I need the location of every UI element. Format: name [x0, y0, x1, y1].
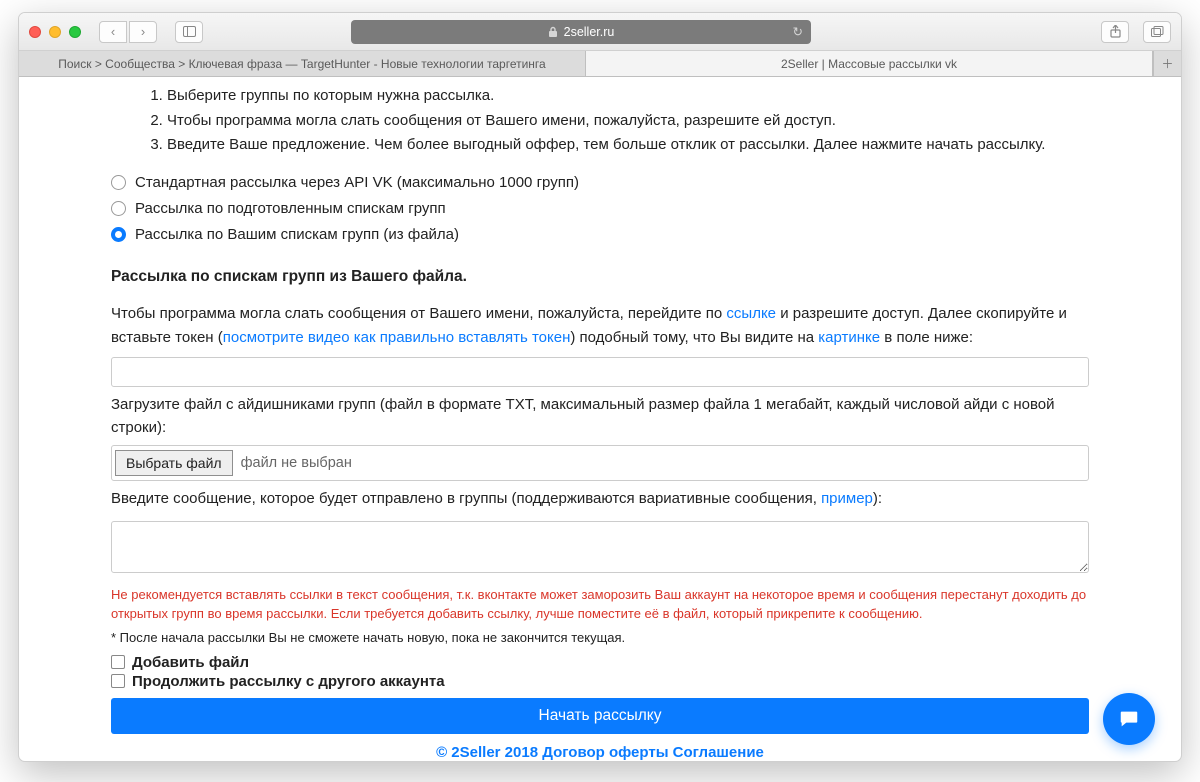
link-image[interactable]: картинке	[818, 329, 880, 346]
window-controls	[29, 22, 81, 42]
choose-file-button[interactable]: Выбрать файл	[115, 450, 233, 476]
message-label: Введите сообщение, которое будет отправл…	[111, 487, 1089, 510]
forward-button[interactable]: ›	[129, 21, 157, 43]
radio-standard-label: Стандартная рассылка через API VK (макси…	[135, 171, 579, 194]
link-example[interactable]: пример	[821, 490, 873, 507]
radio-standard[interactable]: Стандартная рассылка через API VK (макси…	[111, 171, 1089, 194]
link-auth[interactable]: ссылке	[726, 305, 776, 322]
note-text: * После начала рассылки Вы не сможете на…	[111, 628, 1089, 648]
link-video[interactable]: посмотрите видео как правильно вставлять…	[223, 329, 571, 346]
mode-radios: Стандартная рассылка через API VK (макси…	[111, 171, 1089, 247]
chat-widget-button[interactable]	[1103, 693, 1155, 745]
token-help-text: Чтобы программа могла слать сообщения от…	[111, 302, 1089, 349]
sidebar-icon	[183, 26, 196, 37]
tabs-button[interactable]	[1143, 21, 1171, 43]
radio-icon	[111, 201, 126, 216]
file-input-wrapper: Выбрать файл файл не выбран	[111, 445, 1089, 481]
nav-buttons: ‹ ›	[99, 21, 157, 43]
radio-file-label: Рассылка по Вашим спискам групп (из файл…	[135, 223, 459, 246]
checkbox-icon	[111, 655, 125, 669]
instruction-list: Выберите группы по которым нужна рассылк…	[111, 85, 1089, 157]
section-title: Рассылка по спискам групп из Вашего файл…	[111, 268, 1089, 286]
radio-prepared[interactable]: Рассылка по подготовленным спискам групп	[111, 197, 1089, 220]
url-text: 2seller.ru	[564, 25, 615, 39]
radio-selected-icon	[111, 227, 126, 242]
check-add-file-label: Добавить файл	[132, 654, 249, 671]
new-tab-button[interactable]: ＋	[1153, 51, 1181, 76]
check-continue-label: Продолжить рассылку с другого аккаунта	[132, 673, 445, 690]
chat-icon	[1118, 708, 1140, 730]
address-bar[interactable]: 2seller.ru ↻	[351, 20, 811, 44]
token-input[interactable]	[111, 357, 1089, 387]
minimize-icon[interactable]	[49, 26, 61, 38]
tab-2[interactable]: 2Seller | Массовые рассылки vk	[586, 51, 1153, 76]
upload-label: Загрузите файл с айдишниками групп (файл…	[111, 393, 1089, 440]
check-add-file-row[interactable]: Добавить файл	[111, 654, 1089, 671]
file-status-text: файл не выбран	[241, 455, 352, 471]
check-continue-row[interactable]: Продолжить рассылку с другого аккаунта	[111, 673, 1089, 690]
reload-icon[interactable]: ↻	[793, 24, 803, 39]
start-button[interactable]: Начать рассылку	[111, 698, 1089, 734]
browser-window: ‹ › 2seller.ru ↻ Поиск > Сообщества > Кл…	[18, 12, 1182, 762]
footer-text: © 2Seller 2018 Договор оферты Соглашение	[111, 744, 1089, 761]
back-button[interactable]: ‹	[99, 21, 127, 43]
toolbar-right	[1095, 21, 1171, 43]
sidebar-toggle-button[interactable]	[175, 21, 203, 43]
radio-icon	[111, 175, 126, 190]
radio-prepared-label: Рассылка по подготовленным спискам групп	[135, 197, 446, 220]
tab-1-label: Поиск > Сообщества > Ключевая фраза — Ta…	[58, 57, 545, 71]
instruction-1: Выберите группы по которым нужна рассылк…	[167, 85, 1089, 108]
tab-1[interactable]: Поиск > Сообщества > Ключевая фраза — Ta…	[19, 51, 586, 76]
page-content: Выберите группы по которым нужна рассылк…	[19, 77, 1181, 761]
share-button[interactable]	[1101, 21, 1129, 43]
warning-text: Не рекомендуется вставлять ссылки в текс…	[111, 585, 1089, 624]
instruction-2: Чтобы программа могла слать сообщения от…	[167, 110, 1089, 133]
close-icon[interactable]	[29, 26, 41, 38]
titlebar: ‹ › 2seller.ru ↻	[19, 13, 1181, 51]
lock-icon	[548, 26, 558, 38]
radio-file[interactable]: Рассылка по Вашим спискам групп (из файл…	[111, 223, 1089, 246]
message-textarea[interactable]	[111, 521, 1089, 573]
instruction-3: Введите Ваше предложение. Чем более выго…	[167, 134, 1089, 157]
maximize-icon[interactable]	[69, 26, 81, 38]
tabs-icon	[1151, 26, 1164, 37]
tab-bar: Поиск > Сообщества > Ключевая фраза — Ta…	[19, 51, 1181, 77]
checkbox-icon	[111, 674, 125, 688]
tab-2-label: 2Seller | Массовые рассылки vk	[781, 57, 957, 71]
share-icon	[1110, 25, 1121, 38]
